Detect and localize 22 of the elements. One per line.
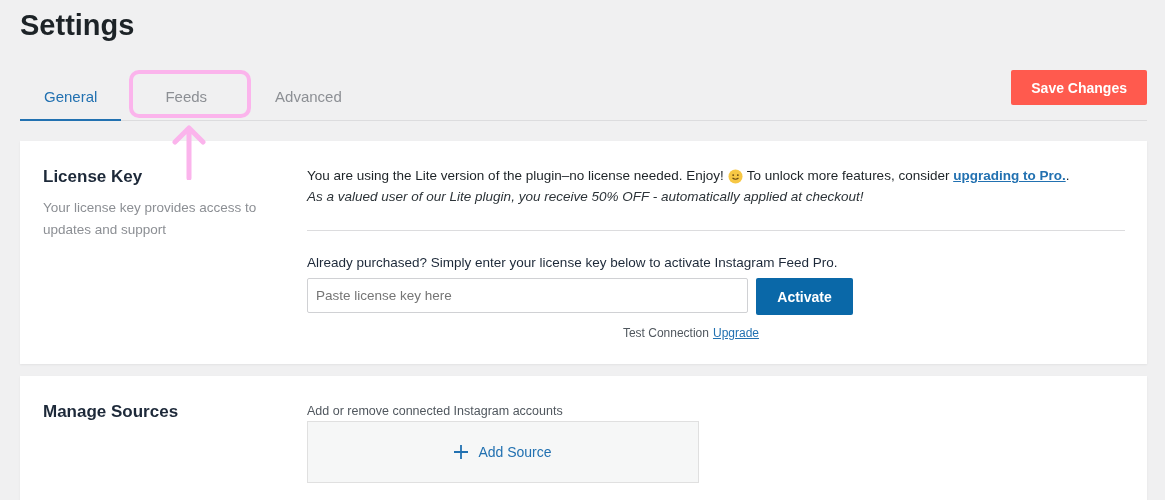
tab[interactable]: General [20,74,122,121]
save-button[interactable]: Save Changes [1011,70,1147,105]
page-title: Settings [20,8,136,43]
license-key-field[interactable]: Paste license key here [307,278,748,313]
tab[interactable]: Feeds [141,74,232,121]
section-title: License Key [43,166,144,188]
intro-text: You are using the Lite version of the plugin–no license needed. Enjoy! [307,167,724,185]
prompt-text: Already purchased? Simply enter your license key below to activate Instagram Feed Pro. [307,255,839,270]
section-description: Your license key provides access to updates and support [43,199,258,239]
intro-text: To unlock more features, consider upgrading to Pro.. [746,167,1070,185]
tab[interactable]: Advanced [251,74,366,121]
activate-button[interactable]: Activate [756,278,853,315]
smiley-icon [727,168,743,184]
plus-icon [454,445,469,459]
arrow-icon [169,124,209,180]
section-description: Add or remove connected Instagram accounts [307,404,564,418]
add-source-button[interactable]: Add Source [307,421,699,483]
upgrade-link[interactable]: upgrading to Pro. [953,168,1066,183]
test-connection-text: Test Connection [622,326,709,340]
discount-text: As a valued user of our Lite plugin, you receive 50% OFF - automatically applied at checkout! [307,188,865,206]
upgrade-link[interactable]: Upgrade [712,326,759,340]
section-title: Manage Sources [43,401,180,423]
